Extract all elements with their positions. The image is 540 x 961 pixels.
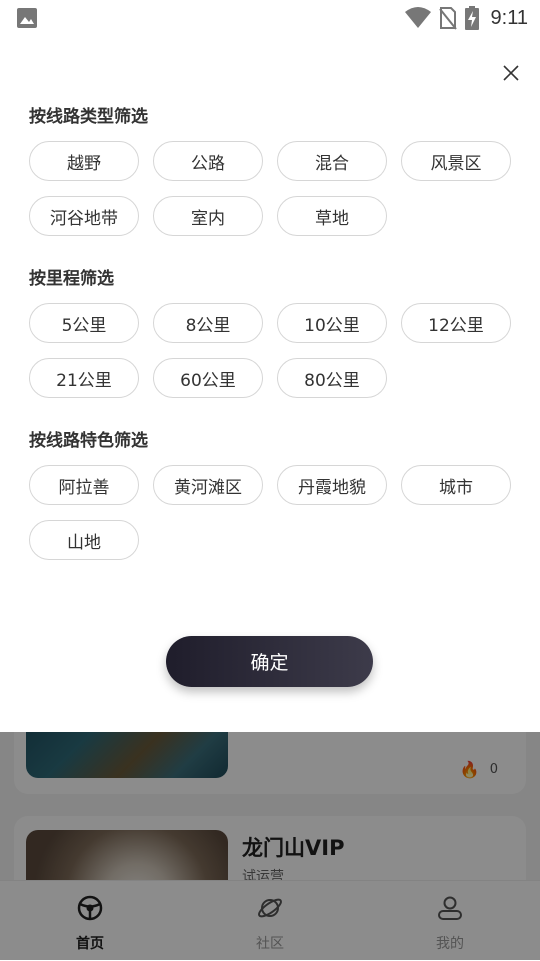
filter-chip[interactable]: 公路 [153, 141, 263, 181]
modal-backdrop[interactable] [0, 732, 540, 960]
filter-chip[interactable]: 80公里 [277, 358, 387, 398]
filter-chip[interactable]: 10公里 [277, 303, 387, 343]
filter-chip[interactable]: 60公里 [153, 358, 263, 398]
filter-chip[interactable]: 山地 [29, 520, 139, 560]
filter-chip[interactable]: 河谷地带 [29, 196, 139, 236]
confirm-button[interactable]: 确定 [166, 636, 373, 687]
gallery-notification-icon [17, 8, 37, 28]
filter-chip[interactable]: 21公里 [29, 358, 139, 398]
status-icons: 9:11 [404, 4, 528, 32]
filter-chip[interactable]: 室内 [153, 196, 263, 236]
filter-chip[interactable]: 丹霞地貌 [277, 465, 387, 505]
filter-chip[interactable]: 越野 [29, 141, 139, 181]
section-title-distance: 按里程筛选 [29, 269, 114, 289]
filter-chip[interactable]: 草地 [277, 196, 387, 236]
section-title-route-feature: 按线路特色筛选 [29, 431, 148, 451]
filter-sheet: 按线路类型筛选 越野 公路 混合 风景区 河谷地带 室内 草地 按里程筛选 5公… [0, 36, 540, 732]
wifi-icon [404, 7, 431, 28]
filter-chip[interactable]: 12公里 [401, 303, 511, 343]
close-icon[interactable] [500, 62, 522, 84]
filter-chip[interactable]: 5公里 [29, 303, 139, 343]
filter-chip[interactable]: 黄河滩区 [153, 465, 263, 505]
status-bar: 9:11 [0, 0, 540, 36]
filter-chip[interactable]: 城市 [401, 465, 511, 505]
filter-chip[interactable]: 8公里 [153, 303, 263, 343]
filter-chip[interactable]: 风景区 [401, 141, 511, 181]
battery-charging-icon [464, 6, 479, 30]
status-time: 9:11 [490, 6, 528, 29]
section-title-route-type: 按线路类型筛选 [29, 107, 148, 127]
filter-chip[interactable]: 混合 [277, 141, 387, 181]
filter-chip[interactable]: 阿拉善 [29, 465, 139, 505]
no-sim-icon [438, 7, 457, 30]
